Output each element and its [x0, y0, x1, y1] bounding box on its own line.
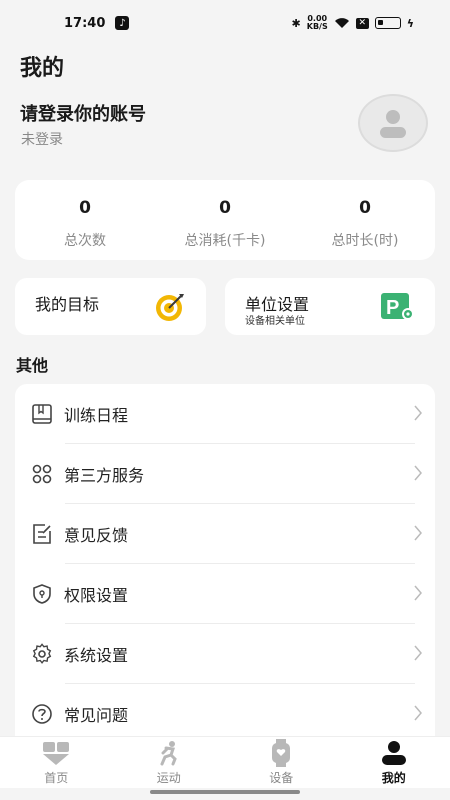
- chevron-right-icon: [414, 585, 422, 601]
- charging-icon: ϟ: [406, 16, 414, 30]
- grid-icon: [30, 462, 54, 486]
- nav-label: 运动: [156, 771, 181, 785]
- stat-value: 0: [219, 198, 231, 218]
- profile-icon: [380, 739, 408, 767]
- menu-label: 常见问题: [64, 706, 129, 725]
- stat-total-duration: 0 总时长(时): [295, 180, 435, 260]
- status-icons: ✱ 0.00 KB/S ✕ ϟ: [292, 15, 414, 31]
- login-status: 未登录: [21, 132, 63, 148]
- home-indicator[interactable]: [150, 790, 300, 794]
- run-icon: [155, 739, 183, 767]
- stat-total-calories: 0 总消耗(千卡): [155, 180, 295, 260]
- nav-tab-home[interactable]: 首页: [0, 737, 113, 788]
- bluetooth-icon: ✱: [291, 16, 301, 30]
- my-goal-tile[interactable]: 我的目标: [15, 278, 206, 335]
- speed-unit: KB/S: [306, 22, 328, 31]
- menu-item-feedback[interactable]: 意见反馈: [15, 504, 435, 564]
- nav-label: 设备: [269, 771, 294, 785]
- stat-value: 0: [79, 198, 91, 218]
- feedback-edit-icon: [30, 522, 54, 546]
- status-bar: 17:40 ♪ ✱ 0.00 KB/S ✕ ϟ: [0, 0, 450, 46]
- menu-label: 第三方服务: [64, 466, 145, 485]
- question-icon: [30, 702, 54, 726]
- chevron-right-icon: [414, 645, 422, 661]
- battery-icon: [374, 17, 401, 29]
- tile-subtitle: 设备相关单位: [245, 316, 305, 327]
- tile-title: 我的目标: [35, 295, 100, 314]
- avatar[interactable]: [358, 94, 428, 152]
- shield-icon: [30, 582, 54, 606]
- menu-label: 训练日程: [64, 406, 129, 425]
- nav-label: 首页: [44, 771, 69, 785]
- target-icon: [156, 294, 184, 321]
- tiktok-icon: ♪: [115, 16, 130, 30]
- user-icon: [380, 110, 406, 138]
- home-icon: [42, 739, 70, 767]
- stat-total-count: 0 总次数: [15, 180, 155, 260]
- chevron-right-icon: [414, 525, 422, 541]
- unit-settings-tile[interactable]: 单位设置 设备相关单位 P: [225, 278, 435, 335]
- wifi-icon: [334, 18, 349, 28]
- network-speed: 0.00 KB/S: [307, 15, 328, 31]
- stat-label: 总消耗(千卡): [184, 233, 266, 249]
- chevron-right-icon: [414, 405, 422, 421]
- svg-text:P: P: [386, 297, 399, 319]
- menu-item-permissions[interactable]: 权限设置: [15, 564, 435, 624]
- bottom-nav: 首页 运动 设备 我的: [0, 736, 450, 788]
- gear-icon: [30, 642, 54, 666]
- stat-label: 总次数: [64, 233, 106, 249]
- status-time: 17:40: [64, 15, 106, 31]
- chevron-right-icon: [414, 705, 422, 721]
- nav-tab-device[interactable]: 设备: [225, 737, 338, 788]
- menu-label: 意见反馈: [64, 526, 129, 545]
- watch-icon: [267, 739, 295, 767]
- stats-card: 0 总次数 0 总消耗(千卡) 0 总时长(时): [15, 180, 435, 260]
- nav-tab-mine[interactable]: 我的: [338, 737, 450, 788]
- stat-label: 总时长(时): [331, 233, 399, 249]
- menu-item-third-party-services[interactable]: 第三方服务: [15, 444, 435, 504]
- nav-label: 我的: [381, 771, 406, 785]
- menu-list: 训练日程 第三方服务 意见反馈 权限设置 系统设置 常见问题: [15, 384, 435, 736]
- menu-label: 系统设置: [64, 646, 129, 665]
- menu-label: 权限设置: [64, 586, 129, 605]
- login-prompt[interactable]: 请登录你的账号: [20, 100, 146, 126]
- menu-item-faq[interactable]: 常见问题: [15, 684, 435, 736]
- menu-item-training-schedule[interactable]: 训练日程: [15, 384, 435, 444]
- sim-x-icon: ✕: [355, 17, 369, 29]
- page-title: 我的: [20, 56, 65, 81]
- chevron-right-icon: [414, 465, 422, 481]
- nav-tab-sport[interactable]: 运动: [113, 737, 226, 788]
- stat-value: 0: [359, 198, 371, 218]
- section-title-other: 其他: [16, 356, 49, 375]
- menu-item-system-settings[interactable]: 系统设置: [15, 624, 435, 684]
- calendar-book-icon: [30, 402, 54, 426]
- parking-settings-icon: P: [381, 293, 414, 320]
